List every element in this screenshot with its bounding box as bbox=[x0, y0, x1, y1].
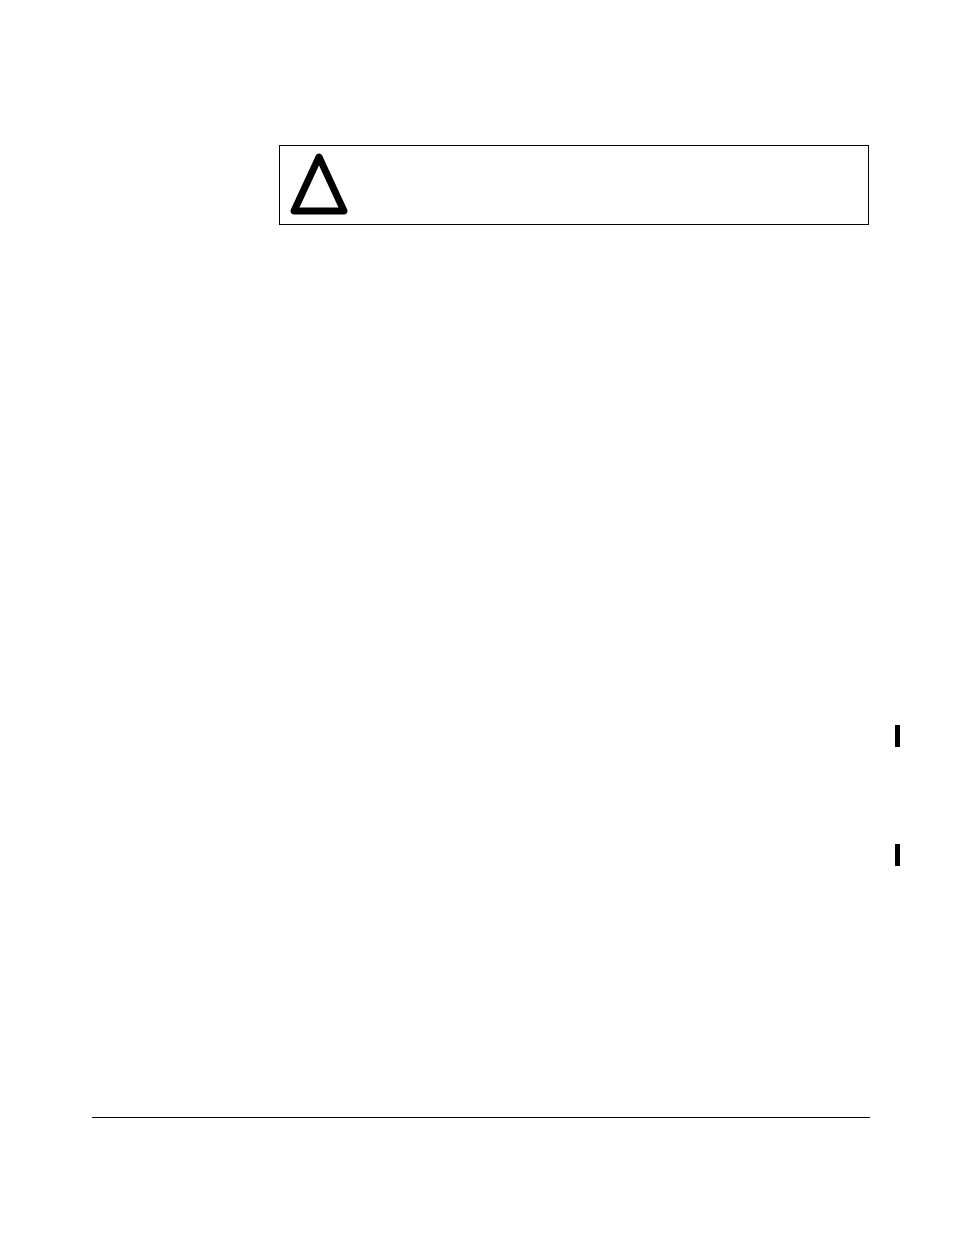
page-header bbox=[79, 82, 879, 112]
warning-triangle-icon bbox=[290, 153, 348, 217]
footer-rule bbox=[92, 1117, 870, 1118]
attention-callout bbox=[279, 145, 869, 225]
revision-change-bar bbox=[895, 844, 900, 866]
revision-change-bar bbox=[895, 725, 900, 747]
